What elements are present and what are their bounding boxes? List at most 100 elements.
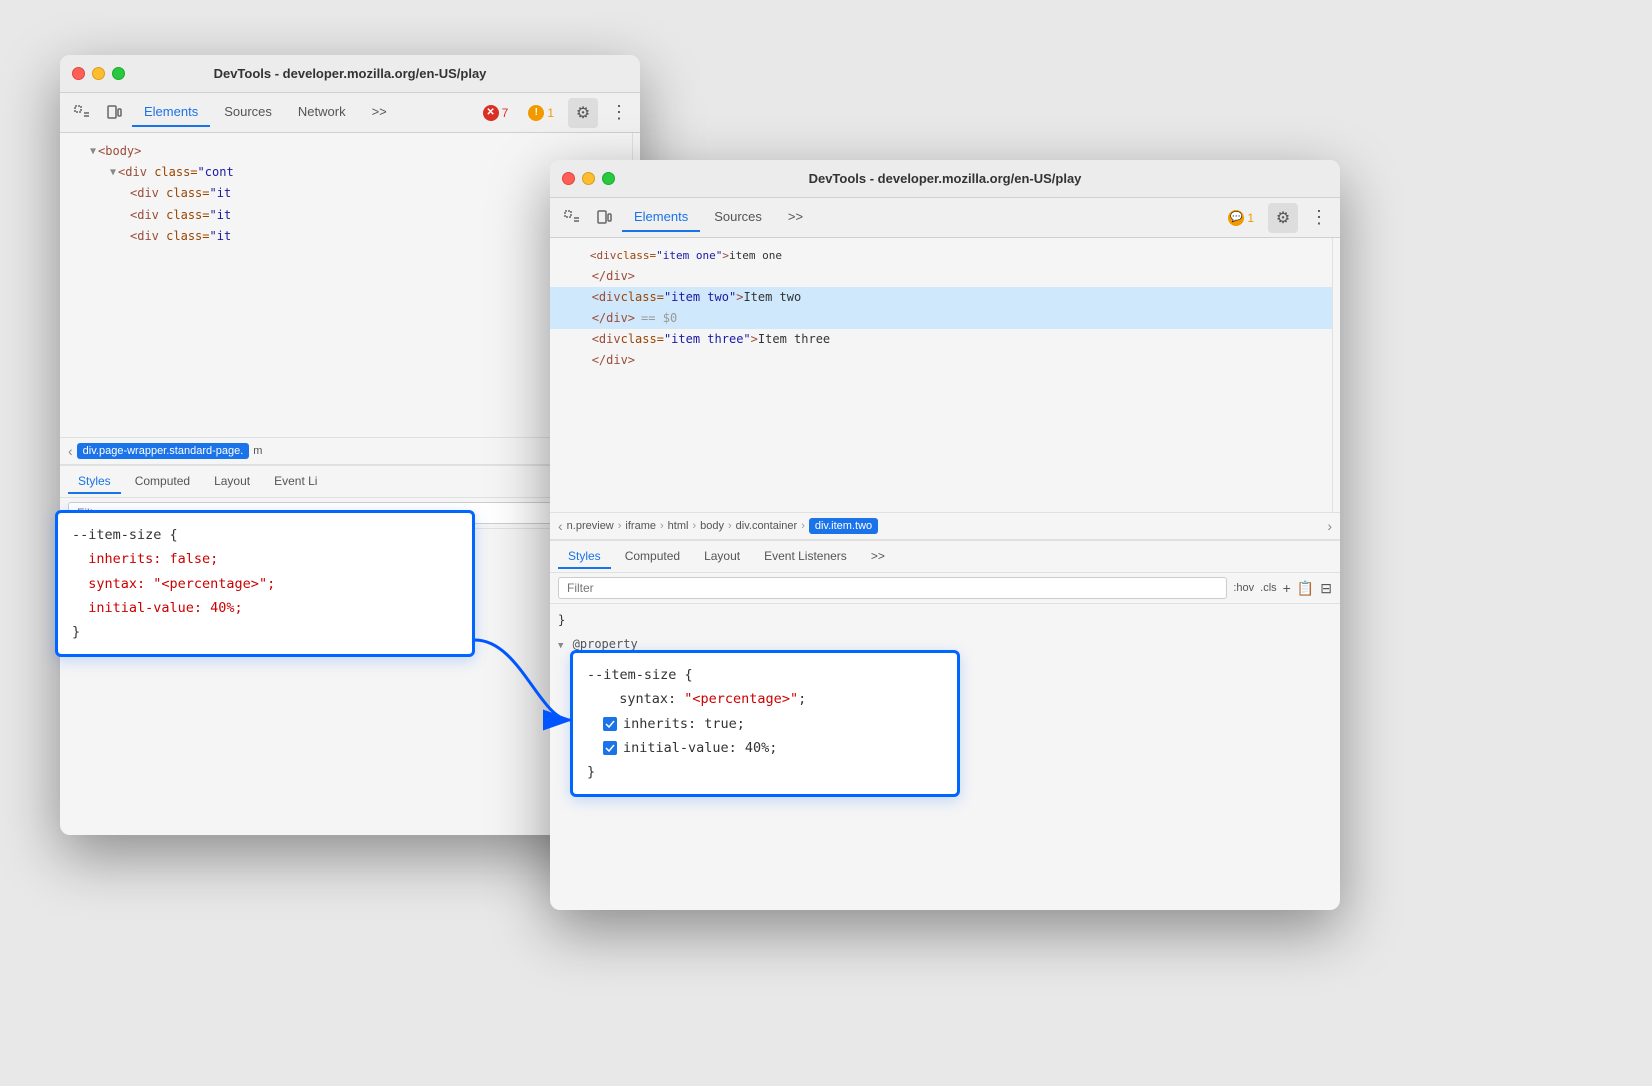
toolbar-right-front: 💬 1 ⚙ ⋮ xyxy=(1222,203,1332,233)
warning-badge-front: 💬 1 xyxy=(1222,208,1260,228)
toolbar-back: Elements Sources Network >> ✕ 7 ! 1 ⚙ ⋮ xyxy=(60,93,640,133)
breadcrumb-item-m[interactable]: m xyxy=(253,445,262,457)
html-line-div-it2: <div class="it xyxy=(60,205,632,226)
styles-tab-event[interactable]: Event Li xyxy=(264,470,327,494)
breadcrumb-html[interactable]: html xyxy=(668,520,689,532)
devtools-main-front: <div class="item one">item one </div> <d… xyxy=(550,238,1340,910)
toolbar-front: Elements Sources >> 💬 1 ⚙ ⋮ xyxy=(550,198,1340,238)
scrollbar-front xyxy=(1332,238,1340,512)
title-bar-front: DevTools - developer.mozilla.org/en-US/p… xyxy=(550,160,1340,198)
styles-tab-events-front[interactable]: Event Listeners xyxy=(754,545,857,569)
closing-brace-front: } xyxy=(558,610,1332,630)
html-line-div-it1: <div class="it xyxy=(60,183,632,204)
error-icon-back: ✕ xyxy=(483,105,499,121)
breadcrumb-sep3: › xyxy=(692,520,696,532)
breadcrumb-left-arrow-front[interactable]: ‹ xyxy=(558,518,563,534)
html-line-div-it3: <div class="it xyxy=(60,226,632,247)
tab-more-front[interactable]: >> xyxy=(776,203,815,232)
html-tree-back: <body> <div class="cont <div class="it <… xyxy=(60,133,632,437)
checkbox-inherits[interactable] xyxy=(603,717,617,731)
window-title-front: DevTools - developer.mozilla.org/en-US/p… xyxy=(809,171,1082,186)
checkbox-initial[interactable] xyxy=(603,741,617,755)
close-button-front[interactable] xyxy=(562,172,575,185)
tab-network-back[interactable]: Network xyxy=(286,98,358,127)
traffic-lights-back xyxy=(72,67,125,80)
annotation-box-back: --item-size { inherits: false; syntax: "… xyxy=(55,510,475,657)
elements-panel-front: <div class="item one">item one </div> <d… xyxy=(550,238,1340,512)
breadcrumb-iframe[interactable]: iframe xyxy=(625,520,656,532)
window-title-back: DevTools - developer.mozilla.org/en-US/p… xyxy=(214,66,487,81)
breadcrumb-right-arrow-front[interactable]: › xyxy=(1327,518,1332,534)
html-tree-front: <div class="item one">item one </div> <d… xyxy=(550,238,1332,512)
styles-tabs-front: Styles Computed Layout Event Listeners >… xyxy=(550,541,1340,573)
traffic-lights-front xyxy=(562,172,615,185)
toolbar-tabs-back: Elements Sources Network >> xyxy=(132,98,473,127)
more-button-front[interactable]: ⋮ xyxy=(1306,203,1332,232)
html-line-item-two: <div class="item two">Item two xyxy=(550,287,1332,308)
tab-elements-front[interactable]: Elements xyxy=(622,203,700,232)
triangle-div-cont xyxy=(110,165,116,181)
title-bar-back: DevTools - developer.mozilla.org/en-US/p… xyxy=(60,55,640,93)
toolbar-right-back: ✕ 7 ! 1 ⚙ ⋮ xyxy=(477,98,632,128)
html-line-close-selected: </div>== $0 xyxy=(550,308,1332,329)
styles-tab-layout[interactable]: Layout xyxy=(204,470,260,494)
html-line-body: <body> xyxy=(60,141,632,162)
devtools-window-front: DevTools - developer.mozilla.org/en-US/p… xyxy=(550,160,1340,910)
clipboard-button[interactable]: 📋 xyxy=(1297,580,1314,597)
filter-bar-front: :hov .cls + 📋 ⊟ xyxy=(550,573,1340,604)
breadcrumb-item-active[interactable]: div.page-wrapper.standard-page. xyxy=(77,443,250,459)
filter-input-front[interactable] xyxy=(558,577,1227,599)
cls-button[interactable]: .cls xyxy=(1260,582,1277,594)
inspect-icon-front[interactable] xyxy=(558,204,586,232)
tab-sources-back[interactable]: Sources xyxy=(212,98,284,127)
minimize-button-front[interactable] xyxy=(582,172,595,185)
tab-sources-front[interactable]: Sources xyxy=(702,203,774,232)
annotation-code-back: --item-size { inherits: false; syntax: "… xyxy=(72,523,458,644)
maximize-button-front[interactable] xyxy=(602,172,615,185)
breadcrumb-container[interactable]: div.container xyxy=(736,520,798,532)
html-line-close-div1: </div> xyxy=(550,266,1332,287)
styles-tab-more-front[interactable]: >> xyxy=(861,545,895,569)
panel-button[interactable]: ⊟ xyxy=(1320,580,1332,597)
html-line-item-one: <div class="item one">item one xyxy=(550,246,1332,266)
breadcrumb-front: ‹ n.preview › iframe › html › body › div… xyxy=(550,512,1340,540)
breadcrumb-n-preview[interactable]: n.preview xyxy=(567,520,614,532)
styles-tab-layout-front[interactable]: Layout xyxy=(694,545,750,569)
html-line-close-div3: </div> xyxy=(550,350,1332,371)
error-badge-back: ✕ 7 xyxy=(477,103,515,123)
close-button-back[interactable] xyxy=(72,67,85,80)
add-rule-button[interactable]: + xyxy=(1283,580,1291,596)
settings-button-back[interactable]: ⚙ xyxy=(568,98,598,128)
styles-tab-styles-front[interactable]: Styles xyxy=(558,545,611,569)
styles-tab-computed-front[interactable]: Computed xyxy=(615,545,690,569)
breadcrumb-item-two[interactable]: div.item.two xyxy=(809,518,878,534)
device-icon-front[interactable] xyxy=(590,204,618,232)
info-icon-front: 💬 xyxy=(1228,210,1244,226)
warning-badge-back: ! 1 xyxy=(522,103,560,123)
breadcrumb-sep4: › xyxy=(728,520,732,532)
annotation-box-front: --item-size { syntax: "<percentage>"; in… xyxy=(570,650,960,797)
tab-more-back[interactable]: >> xyxy=(360,98,399,127)
settings-button-front[interactable]: ⚙ xyxy=(1268,203,1298,233)
inspect-icon[interactable] xyxy=(68,99,96,127)
html-line-div-cont: <div class="cont xyxy=(60,162,632,183)
styles-tab-styles[interactable]: Styles xyxy=(68,470,121,494)
breadcrumb-body[interactable]: body xyxy=(700,520,724,532)
html-line-item-three: <div class="item three">Item three xyxy=(550,329,1332,350)
minimize-button-back[interactable] xyxy=(92,67,105,80)
device-icon[interactable] xyxy=(100,99,128,127)
breadcrumb-sep1: › xyxy=(618,520,622,532)
hov-button[interactable]: :hov xyxy=(1233,582,1254,594)
styles-tab-computed[interactable]: Computed xyxy=(125,470,200,494)
breadcrumb-sep5: › xyxy=(801,520,805,532)
warning-icon-back: ! xyxy=(528,105,544,121)
tab-elements-back[interactable]: Elements xyxy=(132,98,210,127)
breadcrumb-left-arrow[interactable]: ‹ xyxy=(68,443,73,459)
maximize-button-back[interactable] xyxy=(112,67,125,80)
annotation-code-front: --item-size { syntax: "<percentage>"; in… xyxy=(587,663,943,784)
triangle-at-rule-front xyxy=(558,639,563,654)
more-button-back[interactable]: ⋮ xyxy=(606,98,632,127)
toolbar-tabs-front: Elements Sources >> xyxy=(622,203,1218,232)
breadcrumb-sep2: › xyxy=(660,520,664,532)
triangle-body xyxy=(90,144,96,160)
